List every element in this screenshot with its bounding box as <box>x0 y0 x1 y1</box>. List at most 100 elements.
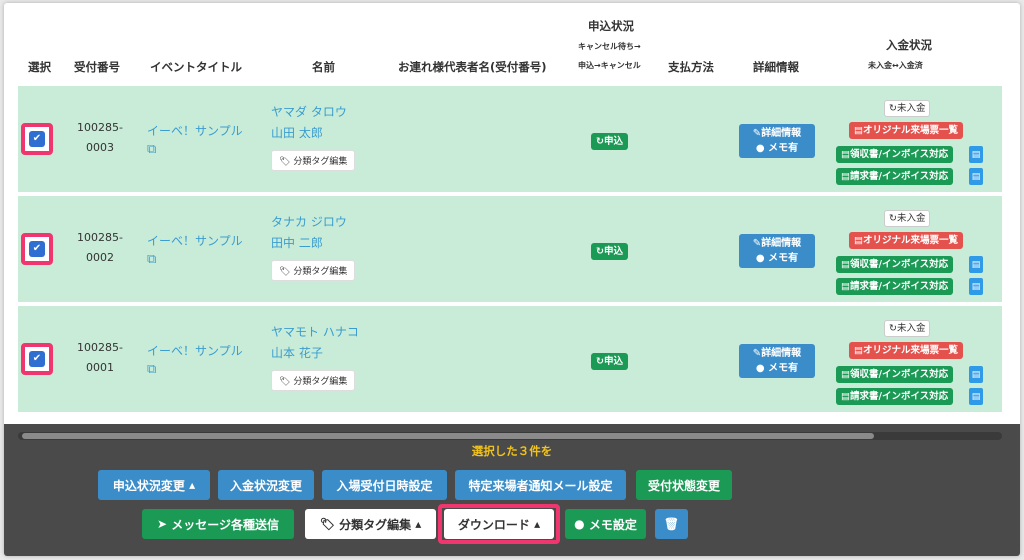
row-select-checkbox[interactable]: ✔ <box>21 233 53 265</box>
details-button[interactable]: ✎詳細情報 ● メモ有 <box>739 234 815 268</box>
details-button[interactable]: ✎詳細情報 ● メモ有 <box>739 124 815 158</box>
pdf-document-icon[interactable]: ▤ <box>969 256 983 273</box>
name-kanji-link[interactable]: 山田 太郎 <box>271 124 323 141</box>
receipt-number-prefix: 100285- <box>77 121 123 134</box>
bill-invoice-button[interactable]: ▤請求書/インボイス対応 <box>836 168 954 185</box>
pdf-document-icon[interactable]: ▤ <box>969 366 983 383</box>
table-row: ✔ 100285- 0001 イーベ！サンプル ⧉ ヤマモト ハナコ 山本 花子… <box>18 306 1002 414</box>
delete-button[interactable]: 🗑 <box>655 509 688 539</box>
horizontal-scrollbar-thumb[interactable] <box>22 433 874 439</box>
col-receipt-no: 受付番号 <box>74 60 120 74</box>
original-ticket-label: オリジナル来場票一覧 <box>862 235 958 246</box>
send-icon: ➤ <box>156 517 168 531</box>
details-label: 詳細情報 <box>761 238 802 249</box>
row-select-checkbox[interactable]: ✔ <box>21 343 53 375</box>
document-icon: ▤ <box>841 149 850 160</box>
document-icon: ▤ <box>854 125 863 136</box>
external-link-icon[interactable]: ⧉ <box>147 252 156 267</box>
edit-tag-label: 分類タグ編集 <box>293 377 348 387</box>
name-kanji-link[interactable]: 山本 花子 <box>271 344 323 361</box>
memo-label: メモ有 <box>768 253 799 264</box>
application-status-badge[interactable]: ↻申込 <box>591 133 628 150</box>
name-kanji-link[interactable]: 田中 二郎 <box>271 234 323 251</box>
receipt-invoice-button[interactable]: ▤領収書/インボイス対応 <box>836 146 954 163</box>
external-link-icon[interactable]: ⧉ <box>147 362 156 377</box>
application-status-label: 申込 <box>603 136 623 147</box>
check-icon: ✔ <box>29 351 45 367</box>
col-name: 名前 <box>312 60 335 74</box>
document-icon: ▤ <box>841 391 850 402</box>
row-select-checkbox[interactable]: ✔ <box>21 123 53 155</box>
comment-icon: ● <box>574 517 585 531</box>
application-status-badge[interactable]: ↻申込 <box>591 353 628 370</box>
edit-icon: ✎ <box>752 238 762 249</box>
document-icon: ▤ <box>841 171 850 182</box>
col-details: 詳細情報 <box>753 60 799 74</box>
pdf-document-icon[interactable]: ▤ <box>969 168 983 185</box>
change-reception-status-button[interactable]: 受付状態変更 <box>636 470 732 500</box>
edit-tag-button[interactable]: 🏷 分類タグ編集 <box>271 150 356 171</box>
event-title-link[interactable]: イーベ！サンプル <box>147 342 243 359</box>
event-title-link[interactable]: イーベ！サンプル <box>147 232 243 249</box>
receipt-invoice-button[interactable]: ▤領収書/インボイス対応 <box>836 366 954 383</box>
tag-icon: 🏷 <box>279 377 291 387</box>
unpaid-toggle-button[interactable]: ↻未入金 <box>884 100 931 117</box>
change-payment-status-button[interactable]: 入金状況変更 <box>218 470 314 500</box>
document-icon: ▤ <box>841 281 850 292</box>
edit-icon: ✎ <box>752 348 762 359</box>
send-messages-button[interactable]: ➤ メッセージ各種送信 <box>142 509 294 539</box>
unpaid-toggle-button[interactable]: ↻未入金 <box>884 210 931 227</box>
receipt-invoice-button[interactable]: ▤領収書/インボイス対応 <box>836 256 954 273</box>
original-ticket-list-button[interactable]: ▤オリジナル来場票一覧 <box>849 342 963 359</box>
document-icon: ▤ <box>841 369 850 380</box>
caret-up-icon: ▴ <box>189 478 196 492</box>
unpaid-toggle-button[interactable]: ↻未入金 <box>884 320 931 337</box>
details-button[interactable]: ✎詳細情報 ● メモ有 <box>739 344 815 378</box>
external-link-icon[interactable]: ⧉ <box>147 142 156 157</box>
edit-icon: ✎ <box>752 128 762 139</box>
download-label: ダウンロード <box>457 517 530 532</box>
receipt-number-suffix: 0001 <box>86 361 114 374</box>
details-label: 詳細情報 <box>761 348 802 359</box>
col-app-status: 申込状況 <box>588 19 634 33</box>
col-companion: お連れ様代表者名(受付番号) <box>398 60 547 74</box>
name-kana-link[interactable]: タナカ ジロウ <box>271 213 347 230</box>
tag-icon: 🏷 <box>279 157 291 167</box>
comment-icon: ● <box>755 143 765 154</box>
original-ticket-list-button[interactable]: ▤オリジナル来場票一覧 <box>849 122 963 139</box>
bill-invoice-button[interactable]: ▤請求書/インボイス対応 <box>836 388 954 405</box>
receipt-invoice-label: 領収書/インボイス対応 <box>849 369 949 380</box>
pdf-document-icon[interactable]: ▤ <box>969 388 983 405</box>
original-ticket-label: オリジナル来場票一覧 <box>862 345 958 356</box>
memo-settings-button[interactable]: ● メモ設定 <box>565 509 646 539</box>
bulk-action-bar: 選択した３件を 申込状況変更 ▴ 入金状況変更 入場受付日時設定 特定来場者通知… <box>4 424 1020 556</box>
trash-icon: 🗑 <box>663 517 680 531</box>
unpaid-label: 未入金 <box>896 103 926 114</box>
app-frame: 選択 受付番号 イベントタイトル 名前 お連れ様代表者名(受付番号) 申込状況 … <box>4 3 1020 556</box>
col-app-status-sub1: キャンセル待ち→ <box>578 42 641 51</box>
name-kana-link[interactable]: ヤマモト ハナコ <box>271 323 359 340</box>
edit-tag-button[interactable]: 🏷 分類タグ編集 <box>271 370 356 391</box>
memo-settings-label: メモ設定 <box>588 517 637 532</box>
set-entry-datetime-button[interactable]: 入場受付日時設定 <box>322 470 447 500</box>
pdf-document-icon[interactable]: ▤ <box>969 278 983 295</box>
edit-tags-bulk-button[interactable]: 🏷 分類タグ編集 ▴ <box>305 509 436 539</box>
download-button[interactable]: ダウンロード ▴ <box>444 509 554 539</box>
table-row: ✔ 100285- 0002 イーベ！サンプル ⧉ タナカ ジロウ 田中 二郎 … <box>18 196 1002 304</box>
caret-up-icon: ▴ <box>415 517 422 531</box>
comment-icon: ● <box>755 363 765 374</box>
application-status-badge[interactable]: ↻申込 <box>591 243 628 260</box>
name-kana-link[interactable]: ヤマダ タロウ <box>271 103 347 120</box>
event-title-link[interactable]: イーベ！サンプル <box>147 122 243 139</box>
edit-tag-button[interactable]: 🏷 分類タグ編集 <box>271 260 356 281</box>
specific-visitor-mail-button[interactable]: 特定来場者通知メール設定 <box>455 470 626 500</box>
unpaid-label: 未入金 <box>896 213 926 224</box>
refresh-icon: ↻ <box>596 136 604 147</box>
change-application-status-button[interactable]: 申込状況変更 ▴ <box>98 470 210 500</box>
pdf-document-icon[interactable]: ▤ <box>969 146 983 163</box>
memo-label: メモ有 <box>768 143 799 154</box>
original-ticket-label: オリジナル来場票一覧 <box>862 125 958 136</box>
bill-invoice-button[interactable]: ▤請求書/インボイス対応 <box>836 278 954 295</box>
receipt-number: 100285- 0001 <box>70 338 130 378</box>
original-ticket-list-button[interactable]: ▤オリジナル来場票一覧 <box>849 232 963 249</box>
